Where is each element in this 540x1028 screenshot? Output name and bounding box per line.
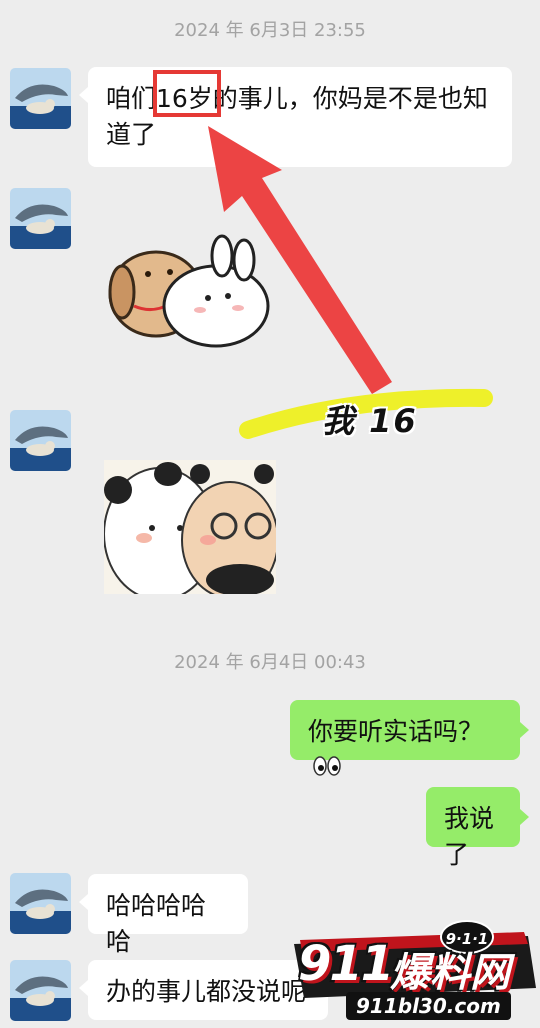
contact-avatar[interactable] (10, 960, 71, 1021)
watermark-name: 爆料网 (390, 950, 510, 996)
message-text: 我说了 (444, 804, 495, 869)
message-text: 哈哈哈哈哈 (106, 891, 207, 956)
red-arrow-annotation (208, 126, 493, 439)
annotation-text: 我 16 (322, 402, 418, 440)
watermark-number: 911 (298, 936, 394, 992)
message-text: 你要听实话吗？ (308, 717, 484, 746)
timestamp: 2024 年 6月4日 00:43 (174, 652, 366, 673)
watermark-logo: 9·1·1 911 爆料网 911bl30.com (290, 914, 540, 1028)
message-text: 办的事儿都没说呢 (106, 977, 307, 1006)
message-bubble-self[interactable]: 我说了 (426, 787, 529, 869)
message-bubble[interactable]: 哈哈哈哈哈 (79, 874, 248, 956)
eyes-icon (312, 751, 342, 787)
message-bubble-self[interactable]: 你要听实话吗？ (290, 700, 529, 776)
panda-bear-sticker[interactable] (104, 460, 276, 594)
contact-avatar[interactable] (10, 873, 71, 934)
arrow-shape (208, 126, 392, 394)
dolphin-avatar-image (10, 873, 71, 934)
dolphin-avatar-image (10, 960, 71, 1021)
watermark-url: 911bl30.com (346, 992, 511, 1020)
